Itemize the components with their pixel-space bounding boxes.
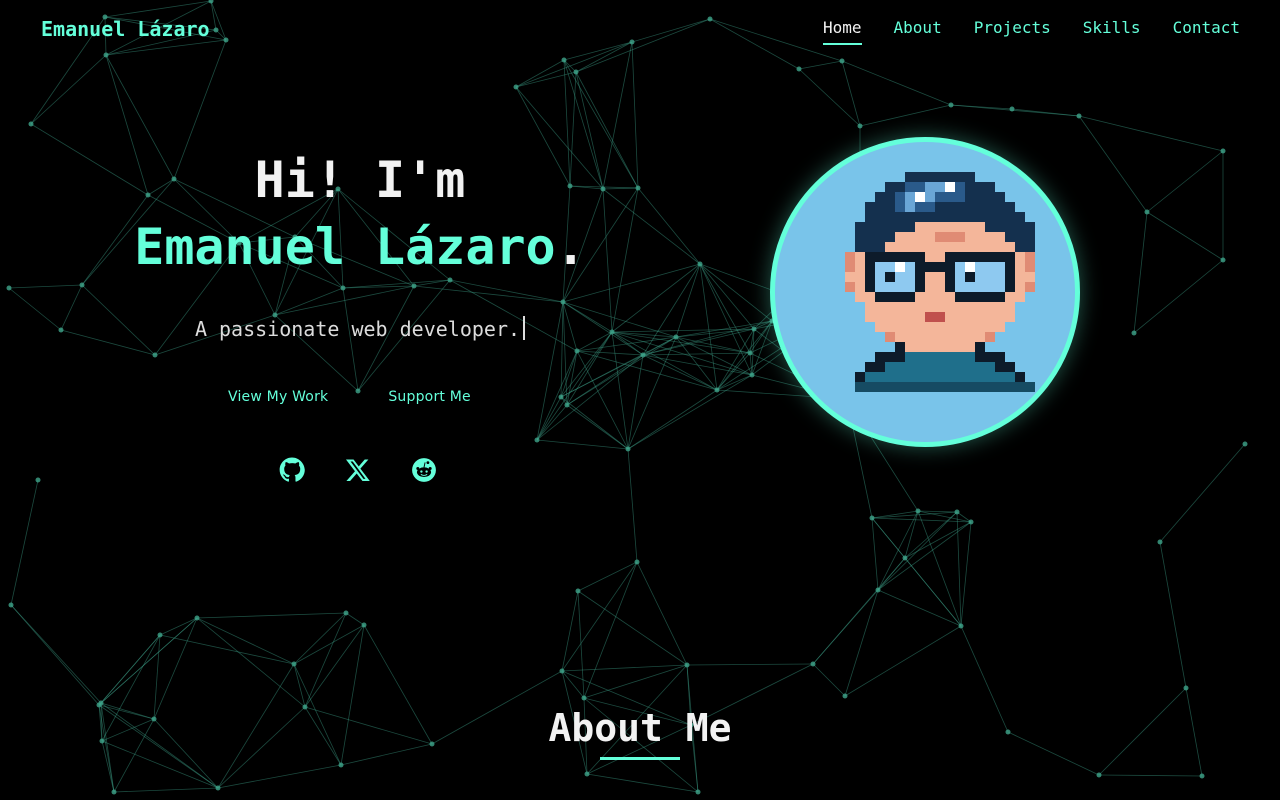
nav-link-skills[interactable]: Skills	[1083, 18, 1141, 45]
particle-network-background	[6, 0, 1248, 795]
github-link[interactable]	[278, 456, 306, 484]
brand-logo[interactable]: Emanuel Lázaro	[41, 17, 210, 41]
nav-link-projects[interactable]: Projects	[974, 18, 1051, 45]
nav-link-contact[interactable]: Contact	[1173, 18, 1240, 45]
github-icon	[279, 457, 305, 482]
nav-link-home[interactable]: Home	[823, 18, 862, 45]
reddit-icon	[412, 458, 436, 482]
about-title-underline	[600, 757, 680, 760]
hero-tagline: A passionate web developer.	[80, 316, 640, 341]
hero-tagline-text: A passionate web developer.	[194, 317, 521, 341]
avatar	[770, 137, 1080, 447]
navbar: Emanuel Lázaro Home About Projects Skill…	[0, 0, 1280, 60]
hero-intro: Hi! I'm Emanuel Lázaro. A passionate web…	[80, 148, 640, 341]
hero-name-text: Emanuel Lázaro	[134, 218, 556, 276]
nav-links: Home About Projects Skills Contact	[823, 18, 1240, 45]
hero-name-dot: .	[555, 218, 586, 276]
hero-name: Emanuel Lázaro.	[80, 212, 640, 282]
x-link[interactable]	[344, 456, 372, 484]
view-my-work-button[interactable]: View My Work	[228, 389, 328, 405]
hero-actions: View My Work Support Me	[228, 389, 471, 405]
nav-link-about[interactable]: About	[894, 18, 942, 45]
pixel-avatar-image	[845, 172, 1035, 392]
about-section-title: About Me	[548, 706, 732, 750]
social-links	[278, 456, 438, 484]
typing-cursor	[523, 316, 526, 340]
x-icon	[345, 459, 370, 482]
reddit-link[interactable]	[410, 456, 438, 484]
support-me-button[interactable]: Support Me	[388, 389, 471, 405]
hero-greeting: Hi! I'm	[254, 151, 466, 209]
